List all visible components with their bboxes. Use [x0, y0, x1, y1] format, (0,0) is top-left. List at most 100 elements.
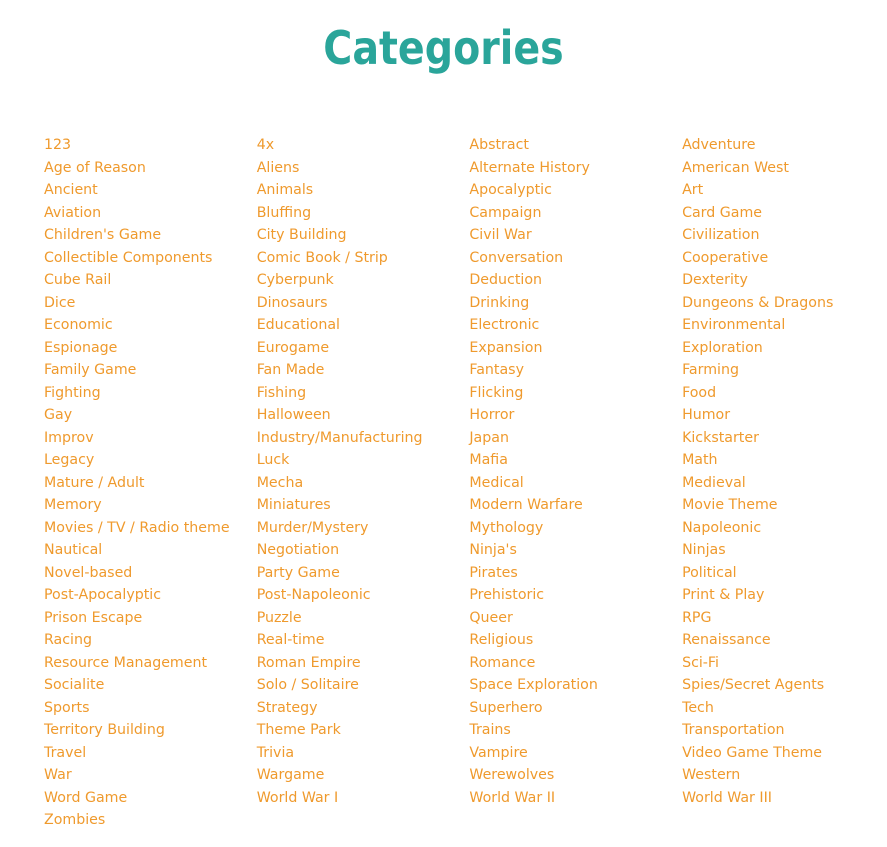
category-link[interactable]: Civilization	[682, 224, 887, 247]
category-link[interactable]: Japan	[469, 427, 682, 450]
category-link[interactable]: Post-Napoleonic	[257, 584, 470, 607]
category-link[interactable]: Industry/Manufacturing	[257, 427, 470, 450]
category-link[interactable]: Movies / TV / Radio theme	[44, 517, 257, 540]
category-link[interactable]: Farming	[682, 359, 887, 382]
category-link[interactable]: Ninjas	[682, 539, 887, 562]
category-link[interactable]: Cube Rail	[44, 269, 257, 292]
category-link[interactable]: Roman Empire	[257, 652, 470, 675]
category-link[interactable]: Trivia	[257, 742, 470, 765]
category-link[interactable]: Adventure	[682, 134, 887, 157]
category-link[interactable]: Puzzle	[257, 607, 470, 630]
category-link[interactable]: Political	[682, 562, 887, 585]
category-link[interactable]: Miniatures	[257, 494, 470, 517]
category-link[interactable]: Luck	[257, 449, 470, 472]
category-link[interactable]: Mythology	[469, 517, 682, 540]
category-link[interactable]: Territory Building	[44, 719, 257, 742]
category-link[interactable]: Espionage	[44, 337, 257, 360]
category-link[interactable]: Alternate History	[469, 157, 682, 180]
category-link[interactable]: Theme Park	[257, 719, 470, 742]
category-link[interactable]: Modern Warfare	[469, 494, 682, 517]
category-link[interactable]: Humor	[682, 404, 887, 427]
category-link[interactable]: City Building	[257, 224, 470, 247]
category-link[interactable]: Fighting	[44, 382, 257, 405]
category-link[interactable]: Animals	[257, 179, 470, 202]
category-link[interactable]: Comic Book / Strip	[257, 247, 470, 270]
category-link[interactable]: Party Game	[257, 562, 470, 585]
category-link[interactable]: Memory	[44, 494, 257, 517]
category-link[interactable]: Video Game Theme	[682, 742, 887, 765]
category-link[interactable]: Prison Escape	[44, 607, 257, 630]
category-link[interactable]: Fan Made	[257, 359, 470, 382]
category-link[interactable]: Racing	[44, 629, 257, 652]
category-link[interactable]: Dungeons & Dragons	[682, 292, 887, 315]
category-link[interactable]: Deduction	[469, 269, 682, 292]
category-link[interactable]: Ninja's	[469, 539, 682, 562]
category-link[interactable]: Murder/Mystery	[257, 517, 470, 540]
category-link[interactable]: Conversation	[469, 247, 682, 270]
category-link[interactable]: Negotiation	[257, 539, 470, 562]
category-link[interactable]: Flicking	[469, 382, 682, 405]
category-link[interactable]: Zombies	[44, 809, 257, 832]
category-link[interactable]: War	[44, 764, 257, 787]
category-link[interactable]: Fishing	[257, 382, 470, 405]
category-link[interactable]: Spies/Secret Agents	[682, 674, 887, 697]
category-link[interactable]: Novel-based	[44, 562, 257, 585]
category-link[interactable]: American West	[682, 157, 887, 180]
category-link[interactable]: Art	[682, 179, 887, 202]
category-link[interactable]: Resource Management	[44, 652, 257, 675]
category-link[interactable]: Food	[682, 382, 887, 405]
category-link[interactable]: Apocalyptic	[469, 179, 682, 202]
category-link[interactable]: Travel	[44, 742, 257, 765]
category-link[interactable]: Sports	[44, 697, 257, 720]
category-link[interactable]: Mecha	[257, 472, 470, 495]
category-link[interactable]: Tech	[682, 697, 887, 720]
category-link[interactable]: Campaign	[469, 202, 682, 225]
category-link[interactable]: Pirates	[469, 562, 682, 585]
category-link[interactable]: Math	[682, 449, 887, 472]
category-link[interactable]: 4x	[257, 134, 470, 157]
category-link[interactable]: Post-Apocalyptic	[44, 584, 257, 607]
category-link[interactable]: World War III	[682, 787, 887, 810]
category-link[interactable]: Collectible Components	[44, 247, 257, 270]
category-link[interactable]: Card Game	[682, 202, 887, 225]
category-link[interactable]: Horror	[469, 404, 682, 427]
category-link[interactable]: 123	[44, 134, 257, 157]
category-link[interactable]: Solo / Solitaire	[257, 674, 470, 697]
category-link[interactable]: Prehistoric	[469, 584, 682, 607]
category-link[interactable]: Western	[682, 764, 887, 787]
category-link[interactable]: Expansion	[469, 337, 682, 360]
category-link[interactable]: Children's Game	[44, 224, 257, 247]
category-link[interactable]: Family Game	[44, 359, 257, 382]
category-link[interactable]: Civil War	[469, 224, 682, 247]
category-link[interactable]: Socialite	[44, 674, 257, 697]
category-link[interactable]: Cyberpunk	[257, 269, 470, 292]
category-link[interactable]: Mature / Adult	[44, 472, 257, 495]
category-link[interactable]: Strategy	[257, 697, 470, 720]
category-link[interactable]: Economic	[44, 314, 257, 337]
category-link[interactable]: Wargame	[257, 764, 470, 787]
category-link[interactable]: Eurogame	[257, 337, 470, 360]
category-link[interactable]: Fantasy	[469, 359, 682, 382]
category-link[interactable]: Bluffing	[257, 202, 470, 225]
category-link[interactable]: Dexterity	[682, 269, 887, 292]
category-link[interactable]: Space Exploration	[469, 674, 682, 697]
category-link[interactable]: Mafia	[469, 449, 682, 472]
category-link[interactable]: Religious	[469, 629, 682, 652]
category-link[interactable]: Word Game	[44, 787, 257, 810]
category-link[interactable]: Nautical	[44, 539, 257, 562]
category-link[interactable]: Aviation	[44, 202, 257, 225]
category-link[interactable]: Medieval	[682, 472, 887, 495]
category-link[interactable]: Educational	[257, 314, 470, 337]
category-link[interactable]: RPG	[682, 607, 887, 630]
category-link[interactable]: Cooperative	[682, 247, 887, 270]
category-link[interactable]: Ancient	[44, 179, 257, 202]
category-link[interactable]: Abstract	[469, 134, 682, 157]
category-link[interactable]: Dice	[44, 292, 257, 315]
category-link[interactable]: Werewolves	[469, 764, 682, 787]
category-link[interactable]: Environmental	[682, 314, 887, 337]
category-link[interactable]: Aliens	[257, 157, 470, 180]
category-link[interactable]: Electronic	[469, 314, 682, 337]
category-link[interactable]: Kickstarter	[682, 427, 887, 450]
category-link[interactable]: World War II	[469, 787, 682, 810]
category-link[interactable]: Transportation	[682, 719, 887, 742]
